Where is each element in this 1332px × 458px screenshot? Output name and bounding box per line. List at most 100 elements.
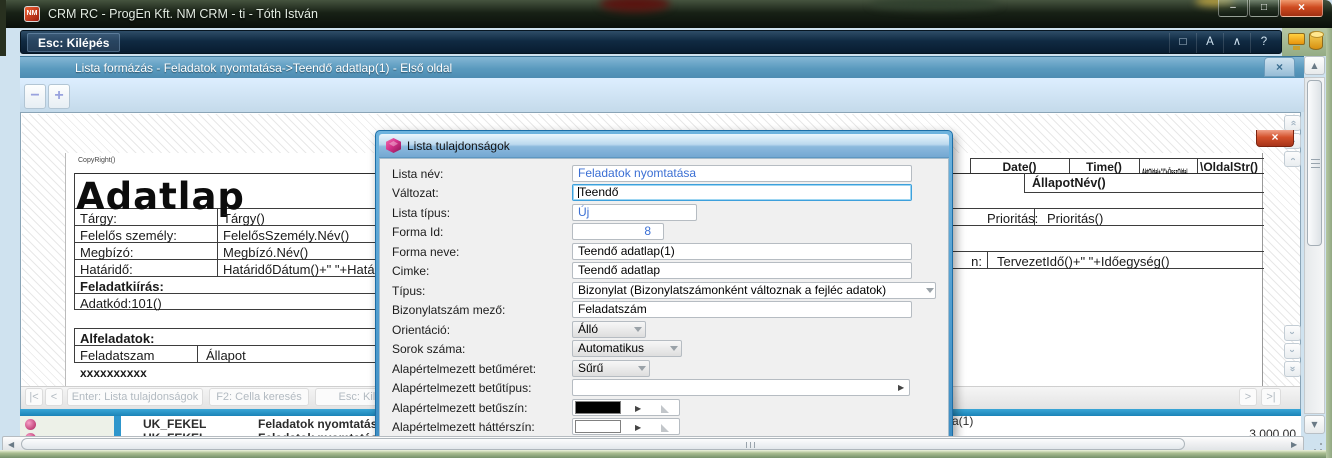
page-counter-field[interactable]: AktOldal+"/"+ÖsszOldal [1142,162,1195,174]
database-icon[interactable] [1309,31,1324,50]
field-label: Bizonylatszám mező: [392,303,506,317]
hatterszin-color-picker[interactable]: ▶ [572,418,680,435]
move-top-button[interactable]: « [1284,115,1301,131]
bizonylatszam-mezo-field[interactable]: Feladatszám [572,301,912,318]
cube-icon [386,138,401,153]
forma-neve-field[interactable]: Teendő adatlap(1) [572,243,912,260]
f2-cell-search-button[interactable]: F2: Cella keresés [209,388,309,406]
monitor-icon[interactable] [1288,33,1305,50]
desktop-strip-right [1326,28,1332,458]
prioritas-label[interactable]: Prioritás: [987,211,1038,226]
corner-triangle-icon [661,424,669,432]
close-button[interactable]: × [1280,0,1323,17]
menubar: Esc: Kilépés □ A ∧ ? [20,30,1282,54]
field-label: Változat: [392,186,439,200]
date-field[interactable]: Date() [970,160,1069,174]
field-label: Lista név: [392,167,444,181]
vertical-scrollbar[interactable] [1304,77,1325,414]
minimize-button[interactable]: – [1218,0,1248,17]
betuszin-color-picker[interactable]: ▶ [572,399,680,416]
next-page-button[interactable]: > [1239,388,1257,406]
row-label[interactable]: Megbízó: [80,245,133,260]
list-row-code[interactable]: UK_FEKEL [143,417,206,431]
window-mode-icon[interactable]: □ [1169,33,1196,53]
move-up-button[interactable]: ‹ [1284,151,1301,167]
list-row-name[interactable]: Feladatok nyomtatása [258,417,384,431]
expand-arrow-icon[interactable]: ▶ [635,404,641,413]
dialog-titlebar[interactable]: Lista tulajdonságok [379,134,949,158]
desktop-bleed [870,0,1000,10]
row-value-field[interactable]: Megbízó.Név() [223,245,308,260]
maximize-button[interactable]: □ [1249,0,1279,17]
row-label[interactable]: Határidő: [80,262,133,277]
list-row-fragment: a(1) [952,414,974,428]
row-label[interactable]: Tárgy: [80,211,117,226]
chevron-down-icon [634,327,642,336]
dialog-title: Lista tulajdonságok [407,139,510,153]
field-label: Sorok száma: [392,342,466,356]
row-value-field[interactable]: FelelősSzemély.Név() [223,228,349,243]
zoom-in-button[interactable]: + [48,84,70,109]
data-code-field[interactable]: Adatkód:101() [80,296,162,311]
scroll-left-icon[interactable]: ◀ [8,440,14,449]
window-frame-edge [0,0,6,56]
window-titlebar[interactable]: NM CRM RC - ProgEn Kft. NM CRM - ti - Tó… [0,0,1332,28]
expand-arrow-icon[interactable]: ▶ [898,383,904,392]
enter-properties-button[interactable]: Enter: Lista tulajdonságok [67,388,203,406]
row-value-field[interactable]: Tárgy() [223,211,265,226]
vertical-scroll-thumb[interactable] [1307,80,1322,246]
prev-page-button[interactable]: < [45,388,63,406]
help-icon[interactable]: ? [1250,33,1277,53]
sub-col-header[interactable]: Állapot [206,348,246,363]
sub-col-header[interactable]: Feladatszam [80,348,154,363]
section-label[interactable]: Feladatkiírás: [80,279,164,294]
row-label[interactable]: Felelős személy: [80,228,177,243]
horizontal-scroll-thumb[interactable] [21,438,1185,450]
font-size-icon[interactable]: A [1196,33,1223,53]
allapotnev-field[interactable]: ÁllapotNév() [1032,176,1106,190]
row-value-field[interactable]: HatáridőDátum()+" "+Határi [223,262,382,277]
field-label: Alapértelmezett betűtípus: [392,381,532,395]
copyright-field[interactable]: CopyRight() [78,157,115,164]
field-label: Lista típus: [392,206,451,220]
lista-tipus-field[interactable]: Új [572,204,697,221]
zoom-out-button[interactable]: − [24,84,46,109]
scroll-up-button[interactable]: ▲ [1304,56,1325,75]
prioritas-field[interactable]: Prioritás() [1047,211,1103,226]
section-label[interactable]: Alfeladatok: [80,331,154,346]
move-down-step-button[interactable]: ‹ [1284,343,1301,359]
placeholder-cell[interactable]: xxxxxxxxxx [80,366,147,380]
sorok-szama-dropdown[interactable]: Automatikus [572,340,682,357]
scroll-right-icon[interactable]: ▶ [1291,440,1297,449]
collapse-icon[interactable]: ∧ [1223,33,1250,53]
forma-id-field[interactable]: 8 [572,223,664,240]
expand-arrow-icon[interactable]: ▶ [635,423,641,432]
field-label: Típus: [392,284,426,298]
scroll-down-button[interactable]: ▼ [1304,415,1325,434]
move-down-button[interactable]: ‹ [1284,325,1301,341]
dialog-close-button[interactable]: × [1256,130,1294,147]
first-page-button[interactable]: |< [25,388,43,406]
tervezett-field[interactable]: TervezetIdő()+" "+Időegység() [997,254,1170,269]
tervezett-label-fragment[interactable]: n: [964,254,982,269]
lista-nev-field[interactable]: Feladatok nyomtatása [572,165,912,182]
dialog-body: Lista név: Feladatok nyomtatása Változat… [379,158,949,444]
tab-close-button[interactable]: × [1264,57,1295,77]
time-field[interactable]: Time() [1069,160,1139,174]
desktop-bleed [600,0,670,12]
view-header: Lista formázás - Feladatok nyomtatása->T… [20,56,1304,78]
app-icon: NM [24,6,40,22]
betutipus-field[interactable] [572,379,910,396]
font-color-swatch [575,401,621,414]
valtozat-field[interactable]: Teendő [572,184,912,201]
field-label: Alapértelmezett háttérszín: [392,420,535,434]
tipus-dropdown[interactable]: Bizonylat (Bizonylatszámonként változnak… [572,282,936,299]
esc-exit-button[interactable]: Esc: Kilépés [27,33,121,52]
field-label: Alapértelmezett betűszín: [392,401,528,415]
lista-tulajdonsagok-dialog: Lista tulajdonságok Lista név: Feladatok… [375,130,953,444]
last-page-button[interactable]: >| [1261,388,1281,406]
view-title: Lista formázás - Feladatok nyomtatása->T… [75,61,453,75]
oldalstr-field[interactable]: \OldalStr() [1200,160,1258,174]
cimke-field[interactable]: Teendő adatlap [572,262,912,279]
move-bottom-button[interactable]: « [1284,361,1301,377]
